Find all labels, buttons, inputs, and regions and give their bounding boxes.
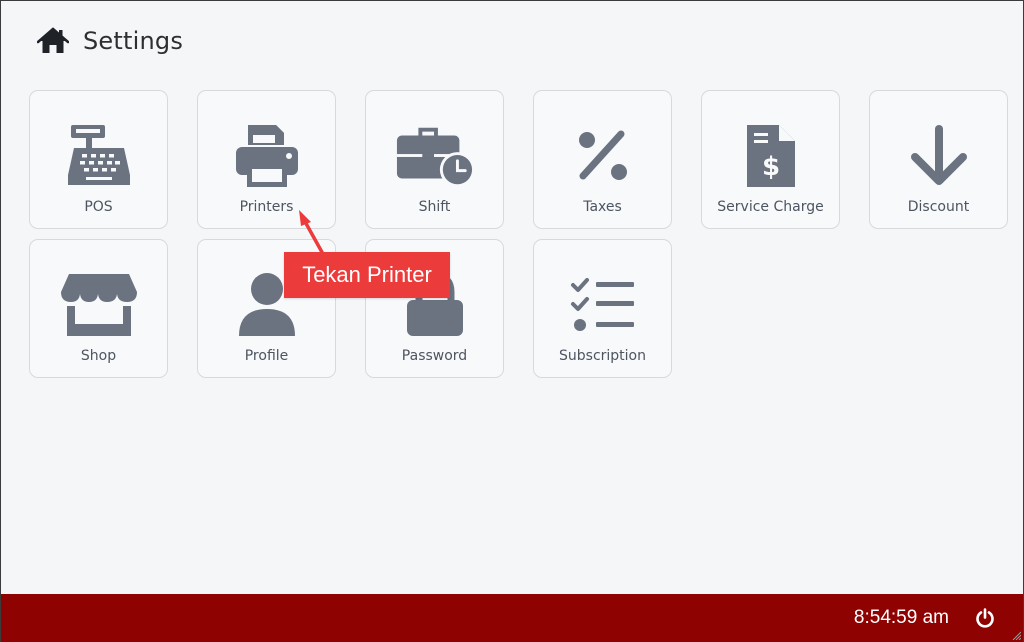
callout-arrow: [299, 210, 325, 256]
tile-label: Printers: [239, 199, 294, 215]
tile-shift[interactable]: Shift: [365, 90, 504, 229]
checklist-icon: [563, 270, 643, 340]
cash-register-icon: [59, 121, 139, 191]
briefcase-clock-icon: [395, 121, 475, 191]
tile-label: Taxes: [583, 199, 622, 215]
tile-shop[interactable]: Shop: [29, 239, 168, 378]
store-icon: [59, 270, 139, 340]
home-icon[interactable]: [37, 27, 69, 55]
arrow-down-icon: [899, 121, 979, 191]
clock-display: 8:54:59 am: [853, 607, 949, 628]
tile-label: Shop: [80, 348, 117, 364]
tile-subscription[interactable]: Subscription: [533, 239, 672, 378]
tile-pos[interactable]: POS: [29, 90, 168, 229]
tile-taxes[interactable]: Taxes: [533, 90, 672, 229]
tutorial-callout: Tekan Printer: [284, 252, 450, 298]
status-bar: 8:54:59 am: [1, 594, 1023, 642]
svg-text:$: $: [761, 152, 779, 182]
tile-label: Profile: [244, 348, 289, 364]
tile-label: Service Charge: [717, 199, 824, 215]
tile-service-charge[interactable]: $ Service Charge: [701, 90, 840, 229]
tile-label: POS: [84, 199, 113, 215]
tile-label: Shift: [418, 199, 451, 215]
settings-grid: POS Printers Shift Taxes $ Service Charg…: [29, 90, 1008, 378]
tile-label: Password: [401, 348, 468, 364]
resize-grip-icon[interactable]: [1011, 630, 1021, 640]
page-title: Settings: [83, 27, 184, 55]
tile-label: Subscription: [559, 348, 646, 364]
tile-label: Discount: [907, 199, 970, 215]
percent-icon: [563, 121, 643, 191]
tile-discount[interactable]: Discount: [869, 90, 1008, 229]
page-header: Settings: [37, 27, 183, 55]
receipt-dollar-icon: $: [731, 121, 811, 191]
power-icon[interactable]: [973, 606, 997, 630]
printer-icon: [227, 121, 307, 191]
